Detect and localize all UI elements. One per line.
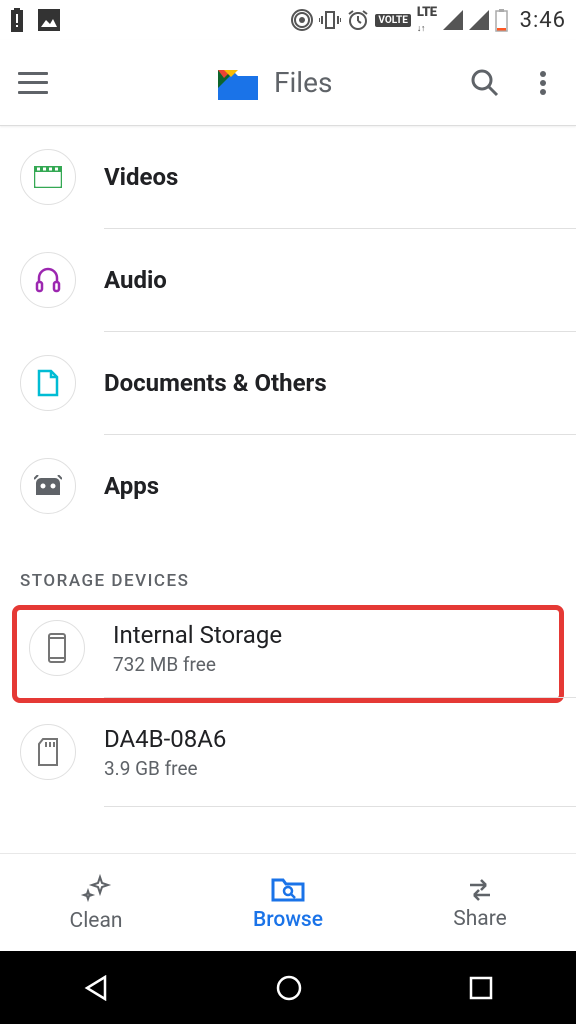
phone-icon — [29, 620, 85, 676]
battery-alert-icon — [10, 8, 24, 32]
swap-icon — [464, 875, 496, 903]
recents-button[interactable] — [469, 976, 493, 1000]
image-icon — [38, 9, 60, 31]
storage-sd-card[interactable]: DA4B-08A6 3.9 GB free — [0, 698, 576, 806]
app-title: Files — [274, 66, 332, 99]
alarm-icon — [347, 9, 369, 31]
audio-icon — [20, 252, 76, 308]
highlight-annotation: Internal Storage 732 MB free — [12, 605, 564, 703]
status-bar: VOLTE LTE↓↑ 3:46 — [0, 0, 576, 40]
signal-icon-2 — [469, 10, 489, 30]
category-audio[interactable]: Audio — [0, 229, 576, 331]
volte-indicator: VOLTE — [375, 14, 411, 27]
files-logo-icon — [218, 66, 258, 100]
back-button[interactable] — [83, 975, 109, 1001]
nav-share[interactable]: Share — [384, 854, 576, 951]
bottom-nav: Clean Browse Share — [0, 853, 576, 951]
folder-search-icon — [271, 874, 305, 904]
storage-internal[interactable]: Internal Storage 732 MB free — [25, 620, 551, 676]
apps-icon — [20, 458, 76, 514]
content: Videos Audio Documents & Others Apps STO… — [0, 126, 576, 853]
storage-name: DA4B-08A6 — [104, 725, 226, 753]
divider — [104, 806, 576, 807]
section-title: STORAGE DEVICES — [0, 537, 576, 605]
signal-icon-1 — [443, 10, 463, 30]
nav-label: Browse — [253, 908, 323, 932]
storage-subtitle: 3.9 GB free — [104, 757, 226, 780]
category-label: Documents & Others — [104, 369, 327, 397]
menu-button[interactable] — [18, 72, 48, 94]
nav-clean[interactable]: Clean — [0, 854, 192, 951]
category-documents[interactable]: Documents & Others — [0, 332, 576, 434]
home-button[interactable] — [275, 974, 303, 1002]
system-nav-bar — [0, 951, 576, 1024]
status-time: 3:46 — [520, 8, 566, 33]
document-icon — [20, 355, 76, 411]
nav-label: Share — [453, 907, 507, 931]
category-label: Audio — [104, 266, 167, 294]
sd-card-icon — [20, 724, 76, 780]
status-right: VOLTE LTE↓↑ 3:46 — [291, 5, 566, 35]
vibrate-icon — [319, 9, 341, 31]
battery-low-icon — [495, 8, 508, 32]
category-label: Apps — [104, 472, 159, 500]
search-button[interactable] — [470, 68, 500, 98]
status-left — [10, 8, 60, 32]
nav-browse[interactable]: Browse — [192, 854, 384, 951]
more-options-button[interactable] — [528, 68, 558, 98]
category-videos[interactable]: Videos — [0, 126, 576, 228]
storage-name: Internal Storage — [113, 621, 282, 649]
video-icon — [20, 149, 76, 205]
lte-indicator: LTE↓↑ — [417, 5, 437, 35]
storage-subtitle: 732 MB free — [113, 653, 282, 676]
category-label: Videos — [104, 163, 178, 191]
category-apps[interactable]: Apps — [0, 435, 576, 537]
hotspot-icon — [291, 9, 313, 31]
nav-label: Clean — [70, 909, 123, 933]
sparkle-icon — [80, 873, 112, 905]
app-bar: Files — [0, 40, 576, 126]
